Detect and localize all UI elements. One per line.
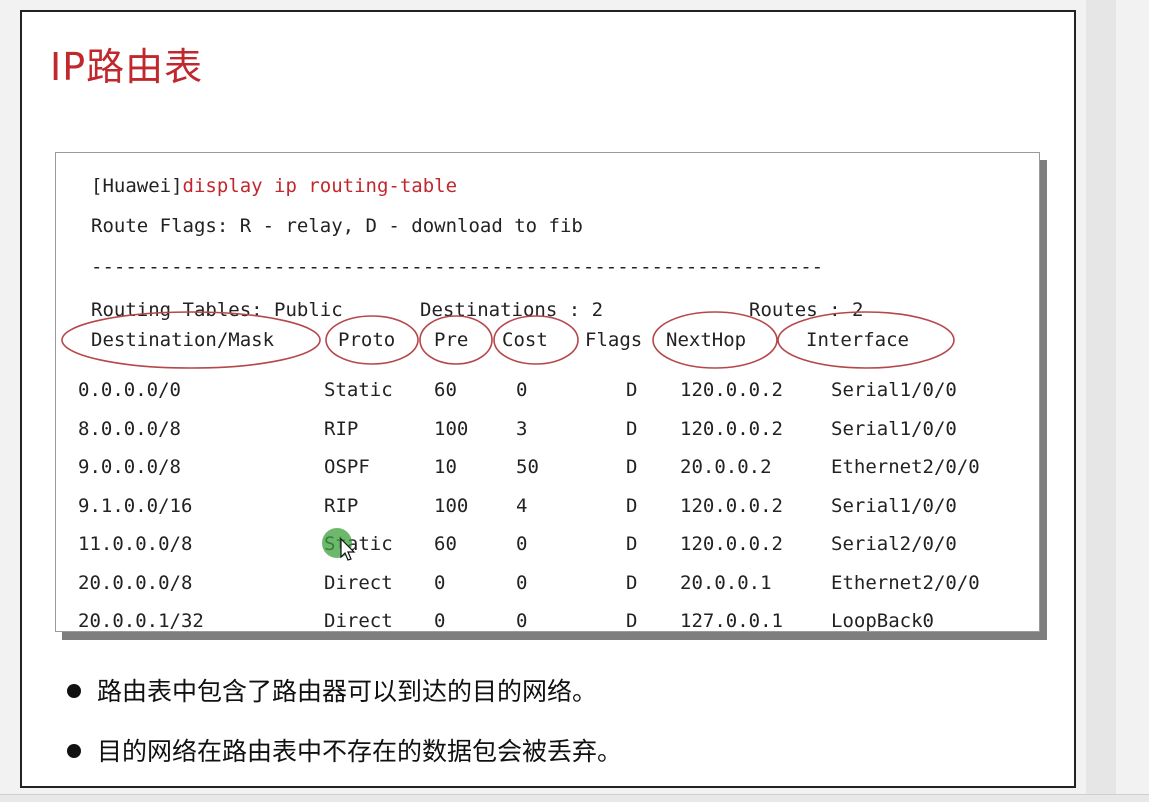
cell-destination: 9.1.0.0/16 <box>78 494 193 517</box>
cell-cost: 50 <box>516 456 539 478</box>
mouse-cursor-icon <box>340 538 356 561</box>
cell-proto: Direct <box>324 571 393 594</box>
cell-destination: 11.0.0.0/8 <box>78 533 193 555</box>
cell-interface: Serial2/0/0 <box>831 533 957 555</box>
cell-nexthop: 20.0.0.1 <box>680 571 772 594</box>
cell-cost: 4 <box>516 494 528 517</box>
cell-cost: 3 <box>516 417 528 440</box>
cell-pre: 60 <box>434 379 457 401</box>
cell-nexthop: 120.0.0.2 <box>680 494 783 517</box>
cell-flags: D <box>626 610 638 632</box>
cell-pre: 10 <box>434 456 457 478</box>
cell-pre: 60 <box>434 533 457 555</box>
oval-pre <box>419 315 493 365</box>
cell-proto: OSPF <box>324 456 370 478</box>
cell-proto: RIP <box>324 417 359 440</box>
cell-interface: LoopBack0 <box>831 610 934 632</box>
cell-nexthop: 120.0.0.2 <box>680 379 783 401</box>
cell-cost: 0 <box>516 571 528 594</box>
cell-destination: 9.0.0.0/8 <box>78 456 181 478</box>
cell-proto: Direct <box>324 610 393 632</box>
oval-proto <box>325 315 419 365</box>
bullet-text: 目的网络在路由表中不存在的数据包会被丢弃。 <box>97 737 623 766</box>
cell-interface: Ethernet2/0/0 <box>831 456 980 478</box>
oval-interface <box>777 311 955 369</box>
cell-flags: D <box>626 494 638 517</box>
cell-pre: 100 <box>434 417 469 440</box>
cell-interface: Serial1/0/0 <box>831 379 957 401</box>
cell-cost: 0 <box>516 533 528 555</box>
cell-nexthop: 20.0.0.2 <box>680 456 772 478</box>
cell-flags: D <box>626 571 638 594</box>
slide: IP路由表 [Huawei]display ip routing-table R… <box>20 10 1076 788</box>
cell-proto: Static <box>324 379 393 401</box>
cell-nexthop: 120.0.0.2 <box>680 533 783 555</box>
cell-flags: D <box>626 379 638 401</box>
bullet-dot-icon <box>67 744 81 758</box>
cell-pre: 0 <box>434 610 446 632</box>
cell-destination: 20.0.0.1/32 <box>78 610 204 632</box>
cell-cost: 0 <box>516 610 528 632</box>
cell-nexthop: 127.0.0.1 <box>680 610 783 632</box>
cell-proto: RIP <box>324 494 359 517</box>
routing-table-terminal: [Huawei]display ip routing-table Route F… <box>55 152 1040 632</box>
window-edge <box>1086 0 1116 801</box>
cell-interface: Serial1/0/0 <box>831 417 957 440</box>
cell-pre: 0 <box>434 571 446 594</box>
slide-title: IP路由表 <box>50 45 204 89</box>
cell-flags: D <box>626 456 638 478</box>
cell-destination: 8.0.0.0/8 <box>78 417 181 440</box>
cell-nexthop: 120.0.0.2 <box>680 417 783 440</box>
oval-cost <box>493 315 579 365</box>
bullet-item: 目的网络在路由表中不存在的数据包会被丢弃。 <box>67 732 622 768</box>
cell-flags: D <box>626 533 638 555</box>
cell-interface: Ethernet2/0/0 <box>831 571 980 594</box>
bullet-text: 路由表中包含了路由器可以到达的目的网络。 <box>97 677 598 706</box>
bullet-item: 路由表中包含了路由器可以到达的目的网络。 <box>67 672 597 708</box>
oval-destination-mask <box>61 311 321 369</box>
cell-flags: D <box>626 417 638 440</box>
bullet-dot-icon <box>67 684 81 698</box>
cell-interface: Serial1/0/0 <box>831 494 957 517</box>
oval-nexthop <box>652 311 778 369</box>
cell-cost: 0 <box>516 379 528 401</box>
cell-pre: 100 <box>434 494 469 517</box>
cell-destination: 0.0.0.0/0 <box>78 379 181 401</box>
cell-destination: 20.0.0.0/8 <box>78 571 193 594</box>
